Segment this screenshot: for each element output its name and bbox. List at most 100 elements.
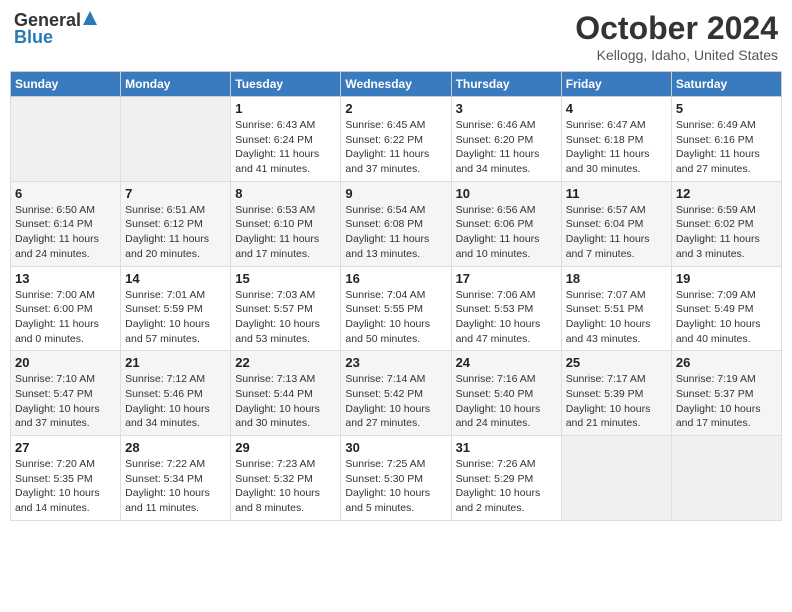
day-number: 18 <box>566 271 667 286</box>
calendar-cell: 2 Sunrise: 6:45 AM Sunset: 6:22 PM Daylig… <box>341 97 451 182</box>
day-info: Sunrise: 7:26 AM Sunset: 5:29 PM Dayligh… <box>456 457 557 516</box>
month-title: October 2024 <box>575 10 778 47</box>
calendar-cell: 13 Sunrise: 7:00 AM Sunset: 6:00 PM Dayli… <box>11 266 121 351</box>
day-number: 10 <box>456 186 557 201</box>
day-number: 6 <box>15 186 116 201</box>
calendar-day-header: Tuesday <box>231 72 341 97</box>
day-info: Sunrise: 6:59 AM Sunset: 6:02 PM Dayligh… <box>676 203 777 262</box>
calendar-cell: 28Sunrise: 7:22 AM Sunset: 5:34 PM Dayli… <box>121 436 231 521</box>
day-info: Sunrise: 7:20 AM Sunset: 5:35 PM Dayligh… <box>15 457 116 516</box>
day-info: Sunrise: 7:04 AM Sunset: 5:55 PM Dayligh… <box>345 288 446 347</box>
day-number: 8 <box>235 186 336 201</box>
day-number: 27 <box>15 440 116 455</box>
logo: General Blue <box>14 10 97 48</box>
day-number: 12 <box>676 186 777 201</box>
day-number: 19 <box>676 271 777 286</box>
day-info: Sunrise: 7:17 AM Sunset: 5:39 PM Dayligh… <box>566 372 667 431</box>
day-number: 15 <box>235 271 336 286</box>
day-number: 22 <box>235 355 336 370</box>
calendar-week-row: 20Sunrise: 7:10 AM Sunset: 5:47 PM Dayli… <box>11 351 782 436</box>
calendar-cell: 30 Sunrise: 7:25 AM Sunset: 5:30 PM Dayli… <box>341 436 451 521</box>
calendar-table: SundayMondayTuesdayWednesdayThursdayFrid… <box>10 71 782 521</box>
calendar-cell: 7 Sunrise: 6:51 AM Sunset: 6:12 PM Daylig… <box>121 181 231 266</box>
day-number: 9 <box>345 186 446 201</box>
calendar-cell: 22 Sunrise: 7:13 AM Sunset: 5:44 PM Dayli… <box>231 351 341 436</box>
calendar-cell: 6Sunrise: 6:50 AM Sunset: 6:14 PM Daylig… <box>11 181 121 266</box>
day-info: Sunrise: 7:03 AM Sunset: 5:57 PM Dayligh… <box>235 288 336 347</box>
calendar-cell: 10Sunrise: 6:56 AM Sunset: 6:06 PM Dayli… <box>451 181 561 266</box>
calendar-cell: 23Sunrise: 7:14 AM Sunset: 5:42 PM Dayli… <box>341 351 451 436</box>
day-info: Sunrise: 7:16 AM Sunset: 5:40 PM Dayligh… <box>456 372 557 431</box>
calendar-cell: 11Sunrise: 6:57 AM Sunset: 6:04 PM Dayli… <box>561 181 671 266</box>
calendar-cell: 21Sunrise: 7:12 AM Sunset: 5:46 PM Dayli… <box>121 351 231 436</box>
day-info: Sunrise: 7:13 AM Sunset: 5:44 PM Dayligh… <box>235 372 336 431</box>
day-info: Sunrise: 7:00 AM Sunset: 6:00 PM Dayligh… <box>15 288 116 347</box>
calendar-cell: 18 Sunrise: 7:07 AM Sunset: 5:51 PM Dayli… <box>561 266 671 351</box>
calendar-day-header: Monday <box>121 72 231 97</box>
day-info: Sunrise: 7:09 AM Sunset: 5:49 PM Dayligh… <box>676 288 777 347</box>
day-info: Sunrise: 7:07 AM Sunset: 5:51 PM Dayligh… <box>566 288 667 347</box>
calendar-cell: 14 Sunrise: 7:01 AM Sunset: 5:59 PM Dayli… <box>121 266 231 351</box>
day-number: 31 <box>456 440 557 455</box>
day-info: Sunrise: 6:51 AM Sunset: 6:12 PM Dayligh… <box>125 203 226 262</box>
calendar-cell: 1 Sunrise: 6:43 AM Sunset: 6:24 PM Daylig… <box>231 97 341 182</box>
day-info: Sunrise: 6:47 AM Sunset: 6:18 PM Dayligh… <box>566 118 667 177</box>
day-number: 16 <box>345 271 446 286</box>
calendar-cell <box>671 436 781 521</box>
day-number: 7 <box>125 186 226 201</box>
day-info: Sunrise: 7:01 AM Sunset: 5:59 PM Dayligh… <box>125 288 226 347</box>
day-info: Sunrise: 7:25 AM Sunset: 5:30 PM Dayligh… <box>345 457 446 516</box>
calendar-week-row: 6Sunrise: 6:50 AM Sunset: 6:14 PM Daylig… <box>11 181 782 266</box>
day-info: Sunrise: 6:43 AM Sunset: 6:24 PM Dayligh… <box>235 118 336 177</box>
calendar-cell: 26 Sunrise: 7:19 AM Sunset: 5:37 PM Dayli… <box>671 351 781 436</box>
calendar-cell: 5 Sunrise: 6:49 AM Sunset: 6:16 PM Daylig… <box>671 97 781 182</box>
calendar-cell: 4 Sunrise: 6:47 AM Sunset: 6:18 PM Daylig… <box>561 97 671 182</box>
day-info: Sunrise: 6:49 AM Sunset: 6:16 PM Dayligh… <box>676 118 777 177</box>
day-number: 3 <box>456 101 557 116</box>
calendar-day-header: Wednesday <box>341 72 451 97</box>
calendar-cell: 20Sunrise: 7:10 AM Sunset: 5:47 PM Dayli… <box>11 351 121 436</box>
day-number: 4 <box>566 101 667 116</box>
calendar-week-row: 1 Sunrise: 6:43 AM Sunset: 6:24 PM Daylig… <box>11 97 782 182</box>
calendar-cell: 12 Sunrise: 6:59 AM Sunset: 6:02 PM Dayli… <box>671 181 781 266</box>
calendar-header-row: SundayMondayTuesdayWednesdayThursdayFrid… <box>11 72 782 97</box>
calendar-week-row: 13 Sunrise: 7:00 AM Sunset: 6:00 PM Dayli… <box>11 266 782 351</box>
day-number: 1 <box>235 101 336 116</box>
day-info: Sunrise: 6:57 AM Sunset: 6:04 PM Dayligh… <box>566 203 667 262</box>
calendar-cell: 25Sunrise: 7:17 AM Sunset: 5:39 PM Dayli… <box>561 351 671 436</box>
calendar-cell <box>11 97 121 182</box>
page-header: General Blue October 2024 Kellogg, Idaho… <box>10 10 782 63</box>
day-info: Sunrise: 7:06 AM Sunset: 5:53 PM Dayligh… <box>456 288 557 347</box>
day-info: Sunrise: 6:45 AM Sunset: 6:22 PM Dayligh… <box>345 118 446 177</box>
calendar-cell: 17 Sunrise: 7:06 AM Sunset: 5:53 PM Dayli… <box>451 266 561 351</box>
day-number: 5 <box>676 101 777 116</box>
day-number: 2 <box>345 101 446 116</box>
location: Kellogg, Idaho, United States <box>575 47 778 63</box>
day-number: 30 <box>345 440 446 455</box>
calendar-cell: 15 Sunrise: 7:03 AM Sunset: 5:57 PM Dayli… <box>231 266 341 351</box>
calendar-cell: 9 Sunrise: 6:54 AM Sunset: 6:08 PM Daylig… <box>341 181 451 266</box>
day-number: 26 <box>676 355 777 370</box>
day-number: 29 <box>235 440 336 455</box>
calendar-cell: 29 Sunrise: 7:23 AM Sunset: 5:32 PM Dayli… <box>231 436 341 521</box>
calendar-day-header: Saturday <box>671 72 781 97</box>
calendar-day-header: Sunday <box>11 72 121 97</box>
day-info: Sunrise: 7:22 AM Sunset: 5:34 PM Dayligh… <box>125 457 226 516</box>
day-number: 17 <box>456 271 557 286</box>
day-info: Sunrise: 6:54 AM Sunset: 6:08 PM Dayligh… <box>345 203 446 262</box>
logo-blue-text: Blue <box>14 27 53 48</box>
calendar-cell: 19 Sunrise: 7:09 AM Sunset: 5:49 PM Dayli… <box>671 266 781 351</box>
day-info: Sunrise: 7:19 AM Sunset: 5:37 PM Dayligh… <box>676 372 777 431</box>
day-info: Sunrise: 7:23 AM Sunset: 5:32 PM Dayligh… <box>235 457 336 516</box>
day-info: Sunrise: 7:12 AM Sunset: 5:46 PM Dayligh… <box>125 372 226 431</box>
calendar-cell: 31 Sunrise: 7:26 AM Sunset: 5:29 PM Dayli… <box>451 436 561 521</box>
day-number: 23 <box>345 355 446 370</box>
calendar-day-header: Friday <box>561 72 671 97</box>
title-area: October 2024 Kellogg, Idaho, United Stat… <box>575 10 778 63</box>
day-number: 20 <box>15 355 116 370</box>
day-number: 14 <box>125 271 226 286</box>
day-number: 13 <box>15 271 116 286</box>
calendar-cell: 3Sunrise: 6:46 AM Sunset: 6:20 PM Daylig… <box>451 97 561 182</box>
calendar-cell: 16 Sunrise: 7:04 AM Sunset: 5:55 PM Dayli… <box>341 266 451 351</box>
calendar-day-header: Thursday <box>451 72 561 97</box>
